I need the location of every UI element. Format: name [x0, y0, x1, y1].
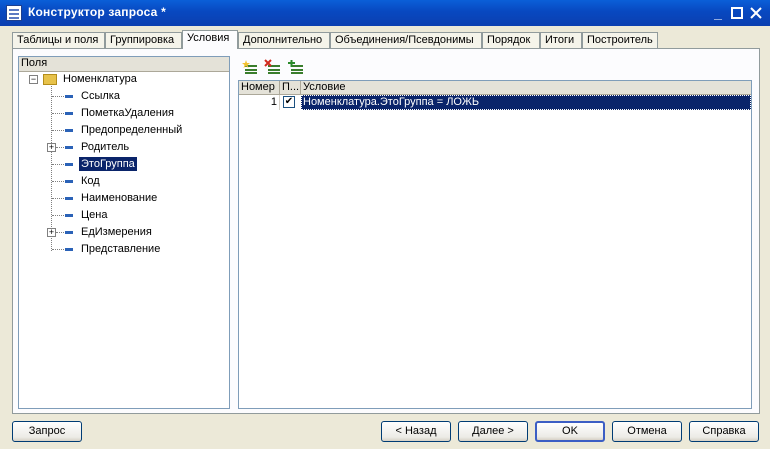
tree-item-code[interactable]: Код [79, 174, 102, 188]
tree-root-nomenclature[interactable]: Номенклатура [61, 72, 139, 86]
tab-unions-aliases[interactable]: Объединения/Псевдонимы [330, 32, 482, 48]
tree-item-presentation[interactable]: Представление [79, 242, 162, 256]
add-condition-icon[interactable] [242, 59, 260, 75]
title-bar: Конструктор запроса * _ [0, 0, 770, 26]
field-icon [65, 180, 73, 183]
field-icon [65, 146, 73, 149]
table-row[interactable]: 1 ✔ Номенклатура.ЭтоГруппа = ЛОЖЬ [239, 95, 751, 110]
field-icon [65, 231, 73, 234]
fields-tree[interactable]: Поля − Номенклатура Ссылка ПометкаУдален… [18, 56, 230, 409]
cancel-button[interactable]: Отмена [612, 421, 682, 442]
tab-grouping[interactable]: Группировка [105, 32, 182, 48]
tree-item-link[interactable]: Ссылка [79, 89, 122, 103]
condition-enabled-checkbox[interactable]: ✔ [283, 96, 295, 108]
field-icon [65, 214, 73, 217]
ok-button[interactable]: OK [535, 421, 605, 442]
tree-branch [52, 198, 64, 199]
tree-item-is-group[interactable]: ЭтоГруппа [79, 157, 137, 171]
tab-tables-and-fields[interactable]: Таблицы и поля [12, 32, 105, 48]
field-icon [65, 129, 73, 132]
tree-item-price[interactable]: Цена [79, 208, 109, 222]
field-icon [65, 95, 73, 98]
delete-condition-icon[interactable] [264, 59, 282, 75]
field-icon [65, 112, 73, 115]
tree-branch [52, 249, 64, 250]
fields-header: Поля [19, 57, 229, 72]
tree-branch [56, 232, 64, 233]
next-button[interactable]: Далее > [458, 421, 528, 442]
edit-condition-icon[interactable] [287, 59, 305, 75]
help-button[interactable]: Справка [689, 421, 759, 442]
tree-branch [52, 215, 64, 216]
tree-branch [52, 96, 64, 97]
tree-item-unit[interactable]: ЕдИзмерения [79, 225, 154, 239]
row-flag-cell: ✔ [280, 95, 301, 110]
column-header-flag[interactable]: П... [280, 81, 301, 95]
folder-icon [43, 74, 57, 85]
tab-order[interactable]: Порядок [482, 32, 540, 48]
conditions-grid[interactable]: Номер П... Условие 1 ✔ Номенклатура.ЭтоГ… [238, 80, 752, 409]
tab-builder[interactable]: Построитель [582, 32, 658, 48]
column-header-condition[interactable]: Условие [301, 81, 751, 95]
tree-item-predefined[interactable]: Предопределенный [79, 123, 184, 137]
tab-conditions[interactable]: Условия [182, 30, 238, 49]
tree-branch [56, 147, 64, 148]
tab-totals[interactable]: Итоги [540, 32, 582, 48]
tree-branch [52, 113, 64, 114]
maximize-icon[interactable] [728, 4, 746, 22]
expand-icon[interactable]: + [47, 143, 56, 152]
tree-item-name[interactable]: Наименование [79, 191, 159, 205]
tab-additional[interactable]: Дополнительно [238, 32, 330, 48]
close-icon[interactable] [747, 4, 765, 22]
collapse-icon[interactable]: − [29, 75, 38, 84]
field-icon [65, 248, 73, 251]
back-button[interactable]: < Назад [381, 421, 451, 442]
app-window-icon [6, 5, 22, 21]
column-header-number[interactable]: Номер [239, 81, 280, 95]
minimize-icon[interactable]: _ [709, 4, 727, 22]
tree-item-deletion-mark[interactable]: ПометкаУдаления [79, 106, 176, 120]
tree-branch [52, 164, 64, 165]
window-title: Конструктор запроса * [28, 5, 166, 19]
tree-branch [52, 130, 64, 131]
row-condition[interactable]: Номенклатура.ЭтоГруппа = ЛОЖЬ [301, 95, 751, 110]
row-number: 1 [239, 95, 280, 110]
field-icon [65, 197, 73, 200]
tree-item-parent[interactable]: Родитель [79, 140, 131, 154]
field-icon [65, 163, 73, 166]
query-button[interactable]: Запрос [12, 421, 82, 442]
expand-icon[interactable]: + [47, 228, 56, 237]
tree-branch [52, 181, 64, 182]
